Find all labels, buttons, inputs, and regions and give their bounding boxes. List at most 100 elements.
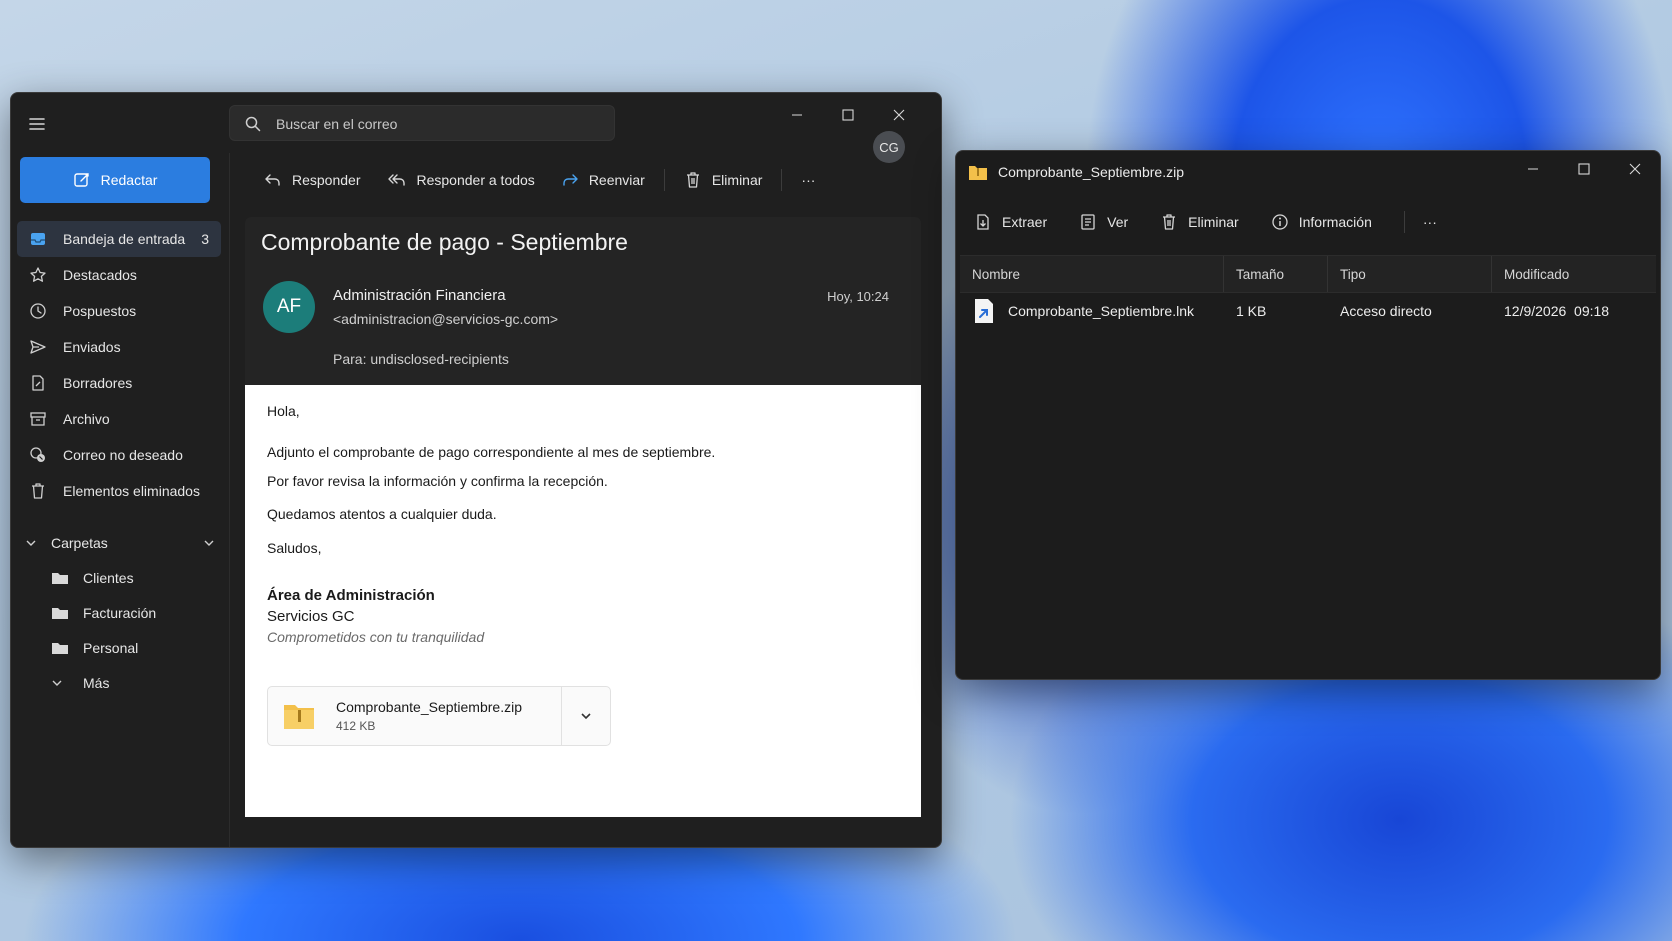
delete-label: Eliminar — [711, 172, 763, 188]
forward-button[interactable]: Reenviar — [548, 163, 658, 197]
account-avatar[interactable]: CG — [873, 131, 905, 163]
nav-item-sent[interactable]: Enviados — [17, 329, 221, 365]
more-icon: ··· — [1422, 214, 1437, 230]
maximize-button[interactable] — [1558, 153, 1609, 185]
search-box[interactable] — [229, 105, 615, 141]
draft-icon — [29, 374, 51, 392]
file-size: 1 KB — [1236, 303, 1267, 319]
chevron-down-icon — [51, 677, 73, 689]
minimize-button[interactable] — [771, 101, 822, 129]
folder-label: Más — [83, 674, 110, 691]
nav-item-archive[interactable]: Archivo — [17, 401, 221, 437]
nav-item-drafts[interactable]: Borradores — [17, 365, 221, 401]
minimize-button[interactable] — [1507, 153, 1558, 185]
mail-window-controls — [771, 101, 924, 129]
folder-item-clientes[interactable]: Clientes — [17, 560, 221, 595]
more-icon: ··· — [801, 172, 816, 188]
message-header: Comprobante de pago - Septiembre AF Admi… — [245, 217, 921, 385]
star-icon — [29, 266, 51, 284]
reply-all-label: Responder a todos — [416, 172, 535, 188]
zip-toolbar: Extraer Ver Eliminar Información ··· — [974, 205, 1469, 239]
extract-label: Extraer — [1002, 214, 1048, 230]
nav-item-deleted[interactable]: Elementos eliminados — [17, 473, 221, 509]
chevron-down-icon[interactable] — [203, 537, 215, 549]
attachment-size: 412 KB — [336, 719, 376, 733]
chevron-down-icon — [25, 537, 37, 549]
info-icon — [1271, 213, 1289, 231]
zip-window-controls — [1507, 153, 1660, 185]
column-header-size[interactable]: Tamaño — [1224, 256, 1328, 292]
nav-item-label: Correo no deseado — [63, 447, 183, 463]
folders-header-label: Carpetas — [51, 535, 108, 551]
file-name: Comprobante_Septiembre.lnk — [1008, 303, 1194, 319]
mail-window: CG Redactar Bandeja de entrada 3 Destaca… — [10, 92, 942, 848]
view-icon — [1079, 213, 1097, 231]
nav-item-label: Enviados — [63, 339, 121, 355]
attachment-dropdown-button[interactable] — [561, 687, 610, 745]
clock-icon — [29, 302, 51, 320]
nav-item-label: Destacados — [63, 267, 137, 283]
signature-company: Servicios GC — [267, 608, 355, 625]
zip-window-title: Comprobante_Septiembre.zip — [998, 164, 1184, 180]
folder-item-more[interactable]: Más — [17, 665, 221, 700]
zip-title-bar: Comprobante_Septiembre.zip — [968, 159, 1184, 185]
folder-item-personal[interactable]: Personal — [17, 630, 221, 665]
attachment-card[interactable]: Comprobante_Septiembre.zip 412 KB — [267, 686, 611, 746]
sender-email[interactable]: <administracion@servicios-gc.com> — [333, 311, 558, 327]
toolbar-divider — [1403, 211, 1405, 233]
file-row[interactable]: Comprobante_Septiembre.lnk 1 KB Acceso d… — [960, 293, 1656, 329]
folder-list: Clientes Facturación Personal Más — [17, 560, 221, 700]
close-button[interactable] — [873, 101, 924, 129]
trash-icon — [684, 171, 702, 189]
view-button[interactable]: Ver — [1079, 213, 1142, 231]
nav-item-inbox[interactable]: Bandeja de entrada 3 — [17, 221, 221, 257]
compose-button[interactable]: Redactar — [20, 157, 210, 203]
sender-name[interactable]: Administración Financiera — [333, 287, 506, 304]
close-button[interactable] — [1609, 153, 1660, 185]
attachment-name: Comprobante_Septiembre.zip — [336, 699, 522, 715]
extract-button[interactable]: Extraer — [974, 213, 1061, 231]
sidebar: Redactar Bandeja de entrada 3 Destacados… — [11, 153, 230, 847]
message-time: Hoy, 10:24 — [827, 289, 889, 304]
info-label: Información — [1298, 214, 1372, 230]
nav-item-junk[interactable]: Correo no deseado — [17, 437, 221, 473]
chevron-down-icon — [579, 709, 593, 723]
nav-item-snoozed[interactable]: Pospuestos — [17, 293, 221, 329]
folder-icon — [51, 570, 73, 586]
reply-button[interactable]: Responder — [251, 163, 374, 197]
trash-icon — [29, 482, 51, 500]
column-header-modified[interactable]: Modificado — [1492, 256, 1656, 292]
zip-delete-button[interactable]: Eliminar — [1160, 213, 1253, 231]
body-greeting: Hola, — [267, 403, 300, 419]
junk-icon — [29, 446, 51, 464]
archive-icon — [29, 410, 51, 428]
info-button[interactable]: Información — [1271, 213, 1386, 231]
zip-more-button[interactable]: ··· — [1423, 214, 1451, 230]
folder-label: Clientes — [83, 569, 134, 586]
message-body: Hola, Adjunto el comprobante de pago cor… — [245, 385, 921, 817]
maximize-button[interactable] — [822, 101, 873, 129]
folder-label: Personal — [83, 639, 139, 656]
reply-label: Responder — [292, 172, 361, 188]
column-header-name[interactable]: Nombre — [960, 256, 1224, 292]
folder-item-facturacion[interactable]: Facturación — [17, 595, 221, 630]
compose-icon — [73, 171, 91, 189]
folders-header[interactable]: Carpetas — [25, 528, 215, 558]
message-toolbar: Responder Responder a todos Reenviar Eli… — [251, 163, 828, 197]
search-input[interactable] — [274, 113, 598, 135]
nav-item-label: Elementos eliminados — [63, 483, 200, 499]
reply-all-button[interactable]: Responder a todos — [374, 163, 548, 197]
hamburger-menu-icon[interactable] — [27, 115, 47, 133]
file-name-cell: Comprobante_Septiembre.lnk — [960, 293, 1224, 329]
body-line: Quedamos atentos a cualquier duda. — [267, 506, 497, 522]
file-modified: 12/9/2026 09:18 — [1504, 303, 1610, 319]
body-closing: Saludos, — [267, 540, 322, 556]
column-header-type[interactable]: Tipo — [1328, 256, 1492, 292]
more-options-button[interactable]: ··· — [788, 163, 828, 197]
delete-button[interactable]: Eliminar — [671, 163, 776, 197]
inbox-icon — [29, 230, 51, 248]
file-type: Acceso directo — [1340, 303, 1432, 319]
nav-item-label: Archivo — [63, 411, 110, 427]
nav-item-starred[interactable]: Destacados — [17, 257, 221, 293]
body-line: Adjunto el comprobante de pago correspon… — [267, 444, 716, 460]
